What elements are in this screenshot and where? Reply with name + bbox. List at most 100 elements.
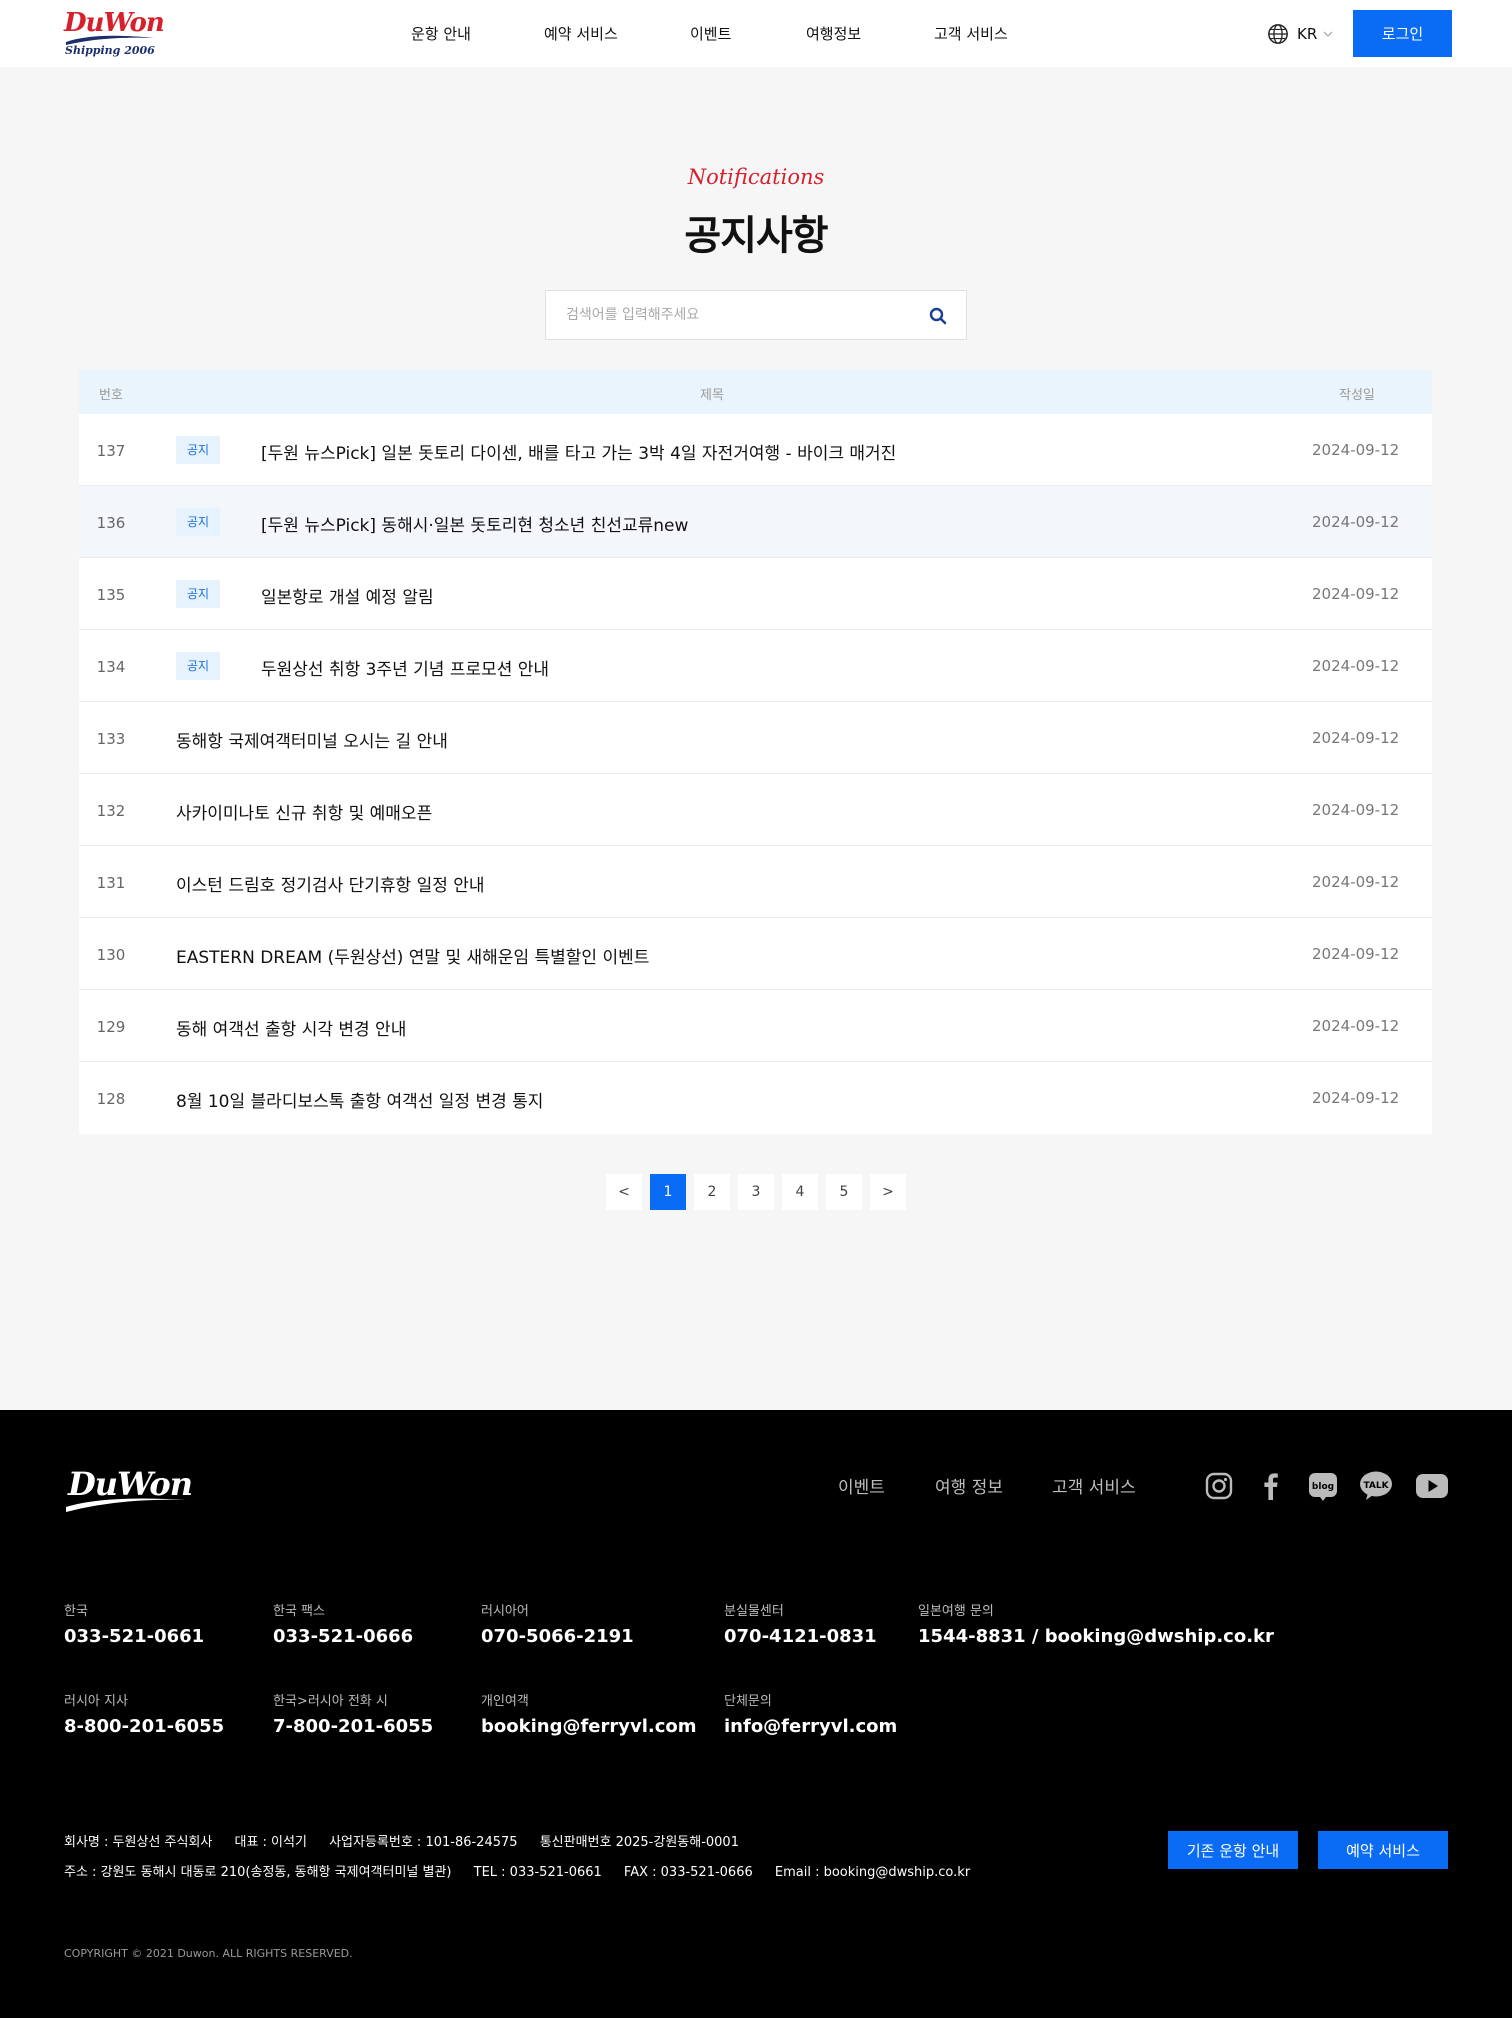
table-row[interactable]: 128 8월 10일 블라디보스톡 출항 여객선 일정 변경 통지 2024-0… [79,1062,1432,1134]
row-title-link[interactable]: EASTERN DREAM (두원상선) 연말 및 새해운임 특별할인 이벤트 [176,943,649,968]
nav-item-travel-info[interactable]: 여행정보 [806,23,861,44]
row-title-link[interactable]: 일본항로 개설 예정 알림 [261,583,434,608]
row-title-link[interactable]: 사카이미나토 신규 취항 및 예매오픈 [176,799,432,824]
schedule-info-button[interactable]: 기존 운항 안내 [1168,1831,1298,1869]
pagination-prev-button[interactable]: < [606,1174,642,1210]
footer-logo[interactable]: DuWon [64,1465,193,1517]
row-title-link[interactable]: [두원 뉴스Pick] 일본 돗토리 다이센, 배를 타고 가는 3박 4일 자… [261,439,896,464]
row-title-link[interactable]: 동해 여객선 출항 시각 변경 안내 [176,1015,406,1040]
footer-nav-customer-service[interactable]: 고객 서비스 [1052,1473,1136,1498]
contact-value: 1544-8831 / booking@dwship.co.kr [918,1626,1274,1647]
pagination-page-4[interactable]: 4 [782,1174,818,1210]
search-button[interactable] [926,304,950,328]
chevron-down-icon [1323,31,1333,37]
row-date: 2024-09-12 [1312,729,1400,747]
contact-label: 단체문의 [724,1694,772,1709]
row-title-link[interactable]: 동해항 국제여객터미널 오시는 길 안내 [176,727,448,752]
blog-icon-text: blog [1312,1482,1334,1492]
site-footer: DuWon 이벤트 여행 정보 고객 서비스 blog TALK 한국 033-… [0,1410,1512,2018]
row-title-link[interactable]: 이스턴 드림호 정기검사 단기휴항 일정 안내 [176,871,485,896]
table-row[interactable]: 137 공지 [두원 뉴스Pick] 일본 돗토리 다이센, 배를 타고 가는 … [79,414,1432,486]
nav-item-event[interactable]: 이벤트 [690,23,731,44]
table-row[interactable]: 135 공지 일본항로 개설 예정 알림 2024-09-12 [79,558,1432,630]
facebook-link[interactable] [1255,1470,1287,1502]
pagination-page-2[interactable]: 2 [694,1174,730,1210]
pagination-page-5[interactable]: 5 [826,1174,862,1210]
row-date: 2024-09-12 [1312,801,1400,819]
contact-label: 분실물센터 [724,1604,784,1619]
company-fax: FAX : 033-521-0666 [623,1865,753,1880]
company-info-line-1: 회사명 : 두원상선 주식회사 대표 : 이석기 사업자등록번호 : 101-8… [64,1831,757,1850]
row-number: 135 [96,586,126,604]
page-title: 공지사항 [684,213,828,259]
notice-badge: 공지 [176,580,220,608]
instagram-icon [1205,1472,1233,1500]
nav-item-schedule[interactable]: 운항 안내 [411,23,471,44]
language-selector[interactable]: KR [1267,22,1333,46]
instagram-link[interactable] [1203,1470,1235,1502]
pagination-next-button[interactable]: > [870,1174,906,1210]
table-row[interactable]: 132 사카이미나토 신규 취항 및 예매오픈 2024-09-12 [79,774,1432,846]
table-row[interactable]: 134 공지 두원상선 취항 3주년 기념 프로모션 안내 2024-09-12 [79,630,1432,702]
row-number: 129 [96,1018,126,1036]
language-label: KR [1297,25,1318,43]
row-number: 128 [96,1090,126,1108]
search-box [545,290,967,340]
table-row[interactable]: 130 EASTERN DREAM (두원상선) 연말 및 새해운임 특별할인 … [79,918,1432,990]
table-row[interactable]: 136 공지 [두원 뉴스Pick] 동해시·일본 돗토리현 청소년 친선교류n… [79,486,1432,558]
contact-value: booking@ferryvl.com [481,1716,697,1737]
site-header: DuWon Shipping 2006 운항 안내 예약 서비스 이벤트 여행정… [0,0,1512,67]
contact-value: 8-800-201-6055 [64,1716,225,1737]
nav-item-booking[interactable]: 예약 서비스 [544,23,618,44]
company-name: 회사명 : 두원상선 주식회사 [64,1835,213,1850]
row-number: 133 [96,730,126,748]
pagination-page-3[interactable]: 3 [738,1174,774,1210]
table-row[interactable]: 131 이스턴 드림호 정기검사 단기휴항 일정 안내 2024-09-12 [79,846,1432,918]
row-number: 136 [96,514,126,532]
globe-icon [1268,24,1288,44]
contact-label: 러시아 지사 [64,1694,128,1709]
booking-service-button[interactable]: 예약 서비스 [1318,1831,1448,1869]
company-ceo: 대표 : 이석기 [234,1835,307,1850]
row-date: 2024-09-12 [1312,873,1400,891]
row-number: 131 [96,874,126,892]
row-date: 2024-09-12 [1312,513,1400,531]
nav-item-customer-service[interactable]: 고객 서비스 [934,23,1008,44]
company-email: Email : booking@dwship.co.kr [774,1865,971,1880]
ecommerce-registration: 통신판매번호 2025-강원동해-0001 [539,1835,739,1850]
footer-nav-event[interactable]: 이벤트 [838,1473,885,1498]
contact-value: 7-800-201-6055 [273,1716,434,1737]
table-row[interactable]: 133 동해항 국제여객터미널 오시는 길 안내 2024-09-12 [79,702,1432,774]
table-row[interactable]: 129 동해 여객선 출항 시각 변경 안내 2024-09-12 [79,990,1432,1062]
blog-link[interactable]: blog [1307,1470,1339,1502]
contact-value: 033-521-0661 [64,1626,205,1647]
row-date: 2024-09-12 [1312,441,1400,459]
row-title-link[interactable]: [두원 뉴스Pick] 동해시·일본 돗토리현 청소년 친선교류new [261,511,688,536]
row-title-link[interactable]: 8월 10일 블라디보스톡 출항 여객선 일정 변경 통지 [176,1087,543,1112]
contact-value: info@ferryvl.com [724,1716,898,1737]
footer-nav-travel-info[interactable]: 여행 정보 [935,1473,1003,1498]
search-input[interactable] [566,291,906,339]
copyright: COPYRIGHT © 2021 Duwon. ALL RIGHTS RESER… [64,1947,353,1960]
contact-label: 개인여객 [481,1694,529,1709]
contact-value: 070-5066-2191 [481,1626,634,1647]
notice-badge: 공지 [176,652,220,680]
duwon-logo[interactable]: DuWon Shipping 2006 [64,8,165,58]
row-date: 2024-09-12 [1312,1017,1400,1035]
row-title-link[interactable]: 두원상선 취항 3주년 기념 프로모션 안내 [261,655,549,680]
column-header-number: 번호 [99,388,123,403]
youtube-link[interactable] [1415,1470,1449,1502]
row-number: 130 [96,946,126,964]
pagination-page-1[interactable]: 1 [650,1174,686,1210]
notice-table: 번호 제목 작성일 137 공지 [두원 뉴스Pick] 일본 돗토리 다이센,… [79,370,1432,1134]
company-address: 주소 : 강원도 동해시 대동로 210(송정동, 동해항 국제여객터미널 별관… [64,1865,452,1880]
search-icon [929,307,947,325]
business-registration: 사업자등록번호 : 101-86-24575 [329,1835,518,1850]
kakaotalk-link[interactable]: TALK [1359,1470,1392,1502]
contact-value: 033-521-0666 [273,1626,414,1647]
youtube-icon [1416,1474,1448,1498]
row-date: 2024-09-12 [1312,1089,1400,1107]
login-button[interactable]: 로그인 [1353,10,1452,57]
footer-logo-wave-icon [66,1498,186,1512]
logo-subtitle: Shipping 2006 [65,44,155,57]
